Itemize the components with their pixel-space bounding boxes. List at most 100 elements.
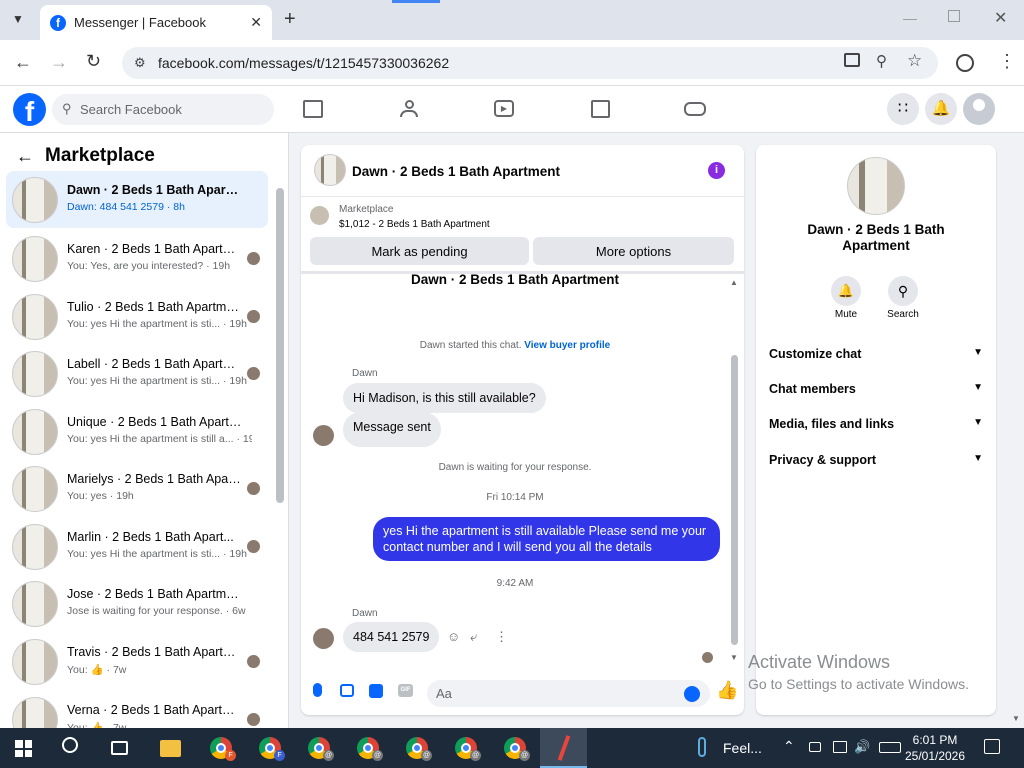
tab-list-chevron-icon[interactable]: ▼ [12,12,24,26]
network-icon[interactable] [833,741,847,753]
notifications-icon[interactable] [984,739,1000,754]
more-options-button[interactable]: More options [533,237,734,265]
mark-as-pending-button[interactable]: Mark as pending [310,237,529,265]
sender-avatar[interactable] [313,628,334,649]
camera-tray-icon[interactable] [809,742,821,752]
scroll-up-icon[interactable]: ▲ [730,278,738,287]
weather-icon[interactable] [698,737,706,757]
conversation-item[interactable]: Labell · 2 Beds 1 Bath Apartm... You: yes… [6,345,268,402]
chat-members-section[interactable]: Chat members ▼ [769,382,983,402]
microphone-icon[interactable] [313,683,322,697]
facebook-search-input[interactable]: ⚲ Search Facebook [52,94,274,125]
chrome-profile-icon[interactable]: @ [305,734,334,762]
site-info-icon[interactable]: ⚙ [134,55,146,71]
search-icon[interactable]: ⚲ [888,276,918,306]
conversation-list-scrollbar[interactable] [276,188,284,503]
chrome-profile-icon[interactable]: @ [452,734,481,762]
emoji-icon[interactable] [684,686,700,702]
contact-avatar[interactable] [847,157,905,215]
home-icon[interactable] [303,100,323,118]
message-input[interactable]: Aa [427,680,710,707]
system-clock[interactable]: 6:01 PM 25/01/2026 [900,732,970,764]
view-buyer-profile-link[interactable]: View buyer profile [524,340,610,351]
chat-avatar[interactable] [314,154,346,186]
like-thumb-icon[interactable]: 👍 [716,680,738,701]
incoming-message[interactable]: Hi Madison, is this still available? [343,383,546,413]
back-arrow-icon[interactable]: ← [14,52,32,73]
privacy-support-section[interactable]: Privacy & support ▼ [769,453,983,473]
chrome-profile-icon[interactable]: F [256,734,285,762]
close-tab-icon[interactable]: ✕ [250,14,262,31]
gif-icon[interactable]: GIF [398,684,413,697]
conversation-item[interactable]: Karen · 2 Beds 1 Bath Apartm... You: Yes,… [6,230,268,287]
menu-grid-icon[interactable]: ∷ [887,93,919,125]
facebook-logo-icon[interactable]: f [13,93,46,127]
friends-icon[interactable] [399,100,419,118]
conversation-item[interactable]: Travis · 2 Beds 1 Bath Apartm... You: 👍 ·… [6,633,268,690]
forward-arrow-icon[interactable]: → [50,52,68,73]
chrome-profile-icon[interactable]: @ [501,734,530,762]
conversation-item[interactable]: Marlin · 2 Beds 1 Bath Apart... You: yes … [6,518,268,575]
zoom-icon[interactable]: ⚲ [876,52,887,70]
address-bar[interactable]: ⚙ facebook.com/messages/t/12154573300362… [122,47,938,79]
keyboard-icon[interactable] [879,742,901,753]
media-files-links-section[interactable]: Media, files and links ▼ [769,417,983,437]
file-explorer-icon[interactable] [160,740,181,757]
conversation-item[interactable]: Dawn · 2 Beds 1 Bath Apartment Dawn: 484 … [6,171,268,228]
scroll-down-icon[interactable]: ▼ [730,653,738,662]
bookmark-star-icon[interactable]: ☆ [907,51,922,71]
marketplace-icon[interactable] [591,100,610,118]
outgoing-message[interactable]: yes Hi the apartment is still available … [373,517,720,561]
back-arrow-icon[interactable]: ← [16,146,34,167]
chat-scrollbar[interactable] [731,355,738,645]
windows-start-icon[interactable] [15,740,32,757]
notifications-bell-icon[interactable]: 🔔 [925,93,957,125]
incoming-message[interactable]: Message sent [343,412,441,447]
chevron-down-icon: ▼ [973,453,983,464]
volume-icon[interactable]: 🔊 [854,739,870,755]
profile-icon[interactable] [956,54,974,72]
react-emoji-icon[interactable]: ☺ [447,629,460,644]
reload-icon[interactable]: ↻ [86,51,101,72]
customize-chat-section[interactable]: Customize chat ▼ [769,347,983,367]
chrome-profile-icon[interactable]: F [207,734,236,762]
listing-thumbnail[interactable] [310,206,329,225]
seen-avatar [247,482,260,495]
reply-icon[interactable]: ⤶ [470,629,477,645]
install-app-icon[interactable] [844,53,860,67]
conversation-item[interactable]: Verna · 2 Beds 1 Bath Apartm... You: 👍 · … [6,691,268,728]
conversation-preview: You: yes · 19h [67,490,134,502]
minimize-window-icon[interactable]: — [903,10,917,26]
photo-icon[interactable] [340,684,354,697]
task-view-icon[interactable] [111,741,128,755]
video-icon[interactable]: ▶ [494,100,514,117]
close-window-icon[interactable]: ✕ [994,8,1007,28]
sticker-icon[interactable] [369,684,383,698]
mute-bell-icon[interactable]: 🔔 [831,276,861,306]
tray-chevron-icon[interactable]: ⌃ [783,738,795,755]
conversation-item[interactable]: Marielys · 2 Beds 1 Bath Apar... You: yes… [6,460,268,517]
conversation-item[interactable]: Jose · 2 Beds 1 Bath Apartment Jose is wa… [6,575,268,632]
more-icon[interactable]: ⋮ [495,629,508,645]
search-icon[interactable] [62,737,78,753]
incoming-message[interactable]: 484 541 2579 [343,622,440,652]
conversation-item[interactable]: Tulio · 2 Beds 1 Bath Apartment You: yes … [6,288,268,345]
sender-avatar[interactable] [313,425,334,446]
chrome-profile-icon[interactable]: @ [403,734,432,762]
account-avatar[interactable] [963,93,995,125]
chat-title[interactable]: Dawn · 2 Beds 1 Bath Apartment [352,164,560,179]
active-app-icon[interactable] [540,728,587,768]
gaming-icon[interactable] [684,102,706,116]
conversation-item[interactable]: Unique · 2 Beds 1 Bath Apartment You: yes… [6,403,268,460]
browser-menu-icon[interactable]: ⋮ [998,51,1016,72]
new-tab-icon[interactable]: + [284,8,296,31]
browser-tab-messenger[interactable]: f Messenger | Facebook ✕ [40,5,272,40]
conversation-preview: Dawn: 484 541 2579 · 8h [67,201,185,213]
restore-window-icon[interactable] [948,10,960,22]
page-scroll-down-icon[interactable]: ▼ [1012,714,1020,723]
conversation-info-icon[interactable]: i [708,162,725,179]
conversation-preview: You: yes Hi the apartment is still a... … [67,433,252,445]
weather-text[interactable]: Feel... [723,740,762,756]
chrome-profile-icon[interactable]: @ [354,734,383,762]
section-label: Privacy & support [769,453,876,467]
